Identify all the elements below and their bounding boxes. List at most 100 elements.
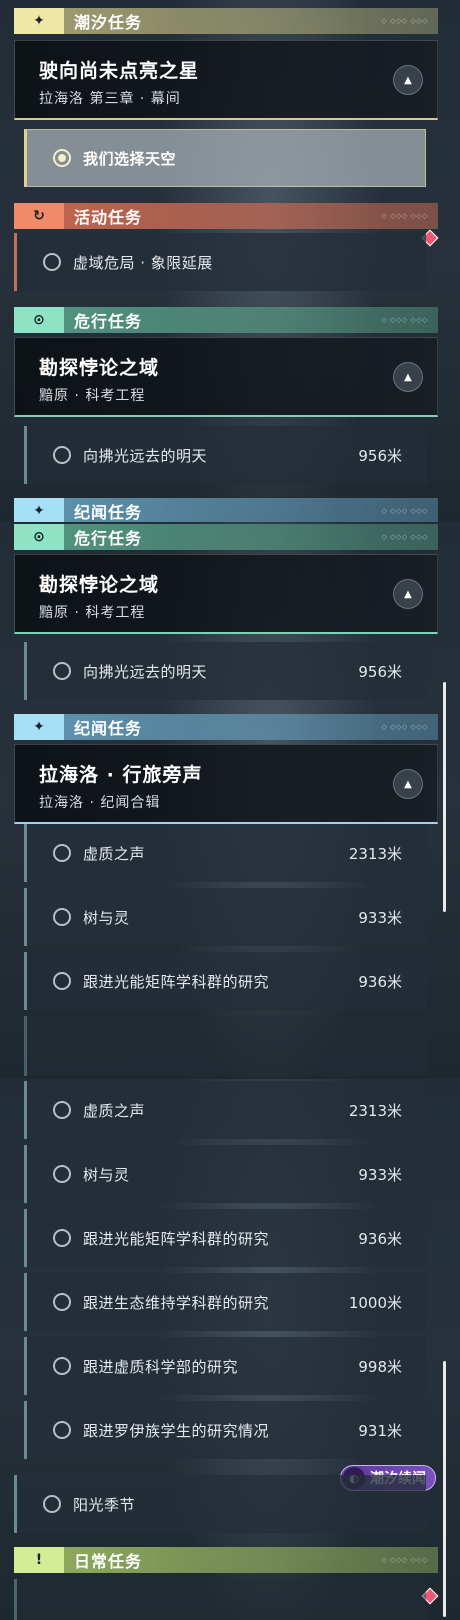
radio-icon <box>53 1293 71 1311</box>
quest-list-view-2: ⊙ 危行任务 ◇ ◇◇◇ ◇◇◇ 勘探悖论之域 黯原 · 科考工程 ▲ 向拂光远去… <box>0 522 460 1079</box>
quest-distance: 931米 <box>358 1421 402 1440</box>
radio-icon <box>53 446 71 464</box>
decorative-pattern: ◇ ◇◇◇ ◇◇◇ <box>381 1556 428 1564</box>
quest-row-toward-light[interactable]: 向拂光远去的明天 956米 <box>24 426 426 484</box>
radio-icon <box>53 844 71 862</box>
quest-card-title: 拉海洛 · 行旅旁声 <box>39 764 203 786</box>
quest-distance: 936米 <box>358 1229 402 1248</box>
quest-distance: 936米 <box>358 972 402 991</box>
category-label: 危行任务 <box>74 529 143 548</box>
quest-row-follow-optical[interactable]: 跟进光能矩阵学科群的研究 936米 <box>24 952 426 1010</box>
scrollbar-thumb[interactable] <box>443 1361 446 1617</box>
refresh-icon: ↻ <box>14 203 64 229</box>
category-label: 潮汐任务 <box>74 13 143 32</box>
quest-distance: 2313米 <box>348 844 402 863</box>
category-daily[interactable]: ! 日常任务 ◇ ◇◇◇ ◇◇◇ <box>14 1547 438 1573</box>
quest-card-subtitle: 拉海洛 第三章 · 幕间 <box>39 91 181 107</box>
quest-row-partial[interactable] <box>24 1016 426 1076</box>
quest-card-domain[interactable]: 勘探悖论之域 黯原 · 科考工程 ▲ <box>14 337 438 417</box>
quest-row-choose-sky[interactable]: 我们选择天空 <box>24 129 426 187</box>
target-icon: ⊙ <box>14 307 64 333</box>
category-tide[interactable]: ✦ 潮汐任务 ◇ ◇◇◇ ◇◇◇ <box>14 8 438 34</box>
decorative-pattern: ◇ ◇◇◇ ◇◇◇ <box>381 212 428 220</box>
quest-row-follow-ecology[interactable]: 跟进生态维持学科群的研究 1000米 <box>24 1273 426 1331</box>
quest-card-subtitle: 黯原 · 科考工程 <box>39 605 146 621</box>
radio-icon <box>53 1421 71 1439</box>
quest-row-sunshine[interactable]: 阳光季节 <box>14 1475 426 1533</box>
quest-row-void-voice[interactable]: 虚质之声 2313米 <box>24 824 426 882</box>
sparkle-icon: ✦ <box>14 8 64 34</box>
radio-icon <box>53 972 71 990</box>
radio-icon <box>53 1357 71 1375</box>
quest-card-subtitle: 黯原 · 科考工程 <box>39 388 146 404</box>
sparkle-icon: ✦ <box>14 498 64 522</box>
quest-name: 树与灵 <box>83 908 130 927</box>
quest-name: 跟进生态维持学科群的研究 <box>83 1293 270 1312</box>
quest-name: 虚质之声 <box>83 1101 146 1120</box>
radio-icon <box>53 1101 71 1119</box>
quest-card-title: 勘探悖论之域 <box>39 574 160 596</box>
target-icon: ⊙ <box>14 524 64 550</box>
quest-distance: 956米 <box>358 662 402 681</box>
collapse-toggle-icon[interactable]: ▲ <box>393 362 423 392</box>
selected-radio-icon <box>53 149 71 167</box>
quest-row-void-voice[interactable]: 虚质之声 2313米 <box>24 1081 426 1139</box>
radio-icon <box>53 1229 71 1247</box>
quest-name: 我们选择天空 <box>83 149 177 168</box>
category-chronicle[interactable]: ✦ 纪闻任务 ◇ ◇◇◇ ◇◇◇ <box>14 714 438 740</box>
collapse-toggle-icon[interactable]: ▲ <box>393 65 423 95</box>
decorative-pattern: ◇ ◇◇◇ ◇◇◇ <box>381 507 428 515</box>
quest-name: 跟进虚质科学部的研究 <box>83 1357 239 1376</box>
quest-row-follow-roi[interactable]: 跟进罗伊族学生的研究情况 931米 <box>24 1401 426 1459</box>
quest-distance: 1000米 <box>348 1293 402 1312</box>
quest-name: 向拂光远去的明天 <box>83 446 208 465</box>
quest-row-void-crisis[interactable]: 虚域危局 · 象限延展 <box>14 233 426 291</box>
quest-row-follow-void-science[interactable]: 跟进虚质科学部的研究 998米 <box>24 1337 426 1395</box>
quest-list-view-3: 虚质之声 2313米 树与灵 933米 跟进光能矩阵学科群的研究 936米 跟进… <box>0 1079 460 1620</box>
decorative-pattern: ◇ ◇◇◇ ◇◇◇ <box>381 723 428 731</box>
collapse-toggle-icon[interactable]: ▲ <box>393 769 423 799</box>
category-label: 日常任务 <box>74 1552 143 1571</box>
quest-row-toward-light[interactable]: 向拂光远去的明天 956米 <box>24 642 426 700</box>
category-danger[interactable]: ⊙ 危行任务 ◇ ◇◇◇ ◇◇◇ <box>14 307 438 333</box>
quest-distance: 933米 <box>358 908 402 927</box>
scrollbar-thumb[interactable] <box>443 682 446 912</box>
quest-row-follow-optical[interactable]: 跟进光能矩阵学科群的研究 936米 <box>24 1209 426 1267</box>
quest-name: 跟进光能矩阵学科群的研究 <box>83 1229 270 1248</box>
quest-name: 树与灵 <box>83 1165 130 1184</box>
quest-card-title: 勘探悖论之域 <box>39 357 160 379</box>
quest-name: 跟进罗伊族学生的研究情况 <box>83 1421 270 1440</box>
radio-icon <box>53 908 71 926</box>
category-label: 纪闻任务 <box>74 503 143 522</box>
quest-row-tree-spirit[interactable]: 树与灵 933米 <box>24 1145 426 1203</box>
decorative-pattern: ◇ ◇◇◇ ◇◇◇ <box>381 17 428 25</box>
quest-distance: 933米 <box>358 1165 402 1184</box>
quest-list-view-1: ✦ 潮汐任务 ◇ ◇◇◇ ◇◇◇ 驶向尚未点亮之星 拉海洛 第三章 · 幕间 ▲ … <box>0 0 460 522</box>
sparkle-icon: ✦ <box>14 714 64 740</box>
quest-card-subtitle: 拉海洛 · 纪闻合辑 <box>39 795 161 811</box>
category-label: 纪闻任务 <box>74 719 143 738</box>
quest-name: 向拂光远去的明天 <box>83 662 208 681</box>
collapse-toggle-icon[interactable]: ▲ <box>393 579 423 609</box>
quest-name: 跟进光能矩阵学科群的研究 <box>83 972 270 991</box>
quest-card-title: 驶向尚未点亮之星 <box>39 60 200 82</box>
quest-name: 虚域危局 · 象限延展 <box>73 253 213 272</box>
quest-card-star[interactable]: 驶向尚未点亮之星 拉海洛 第三章 · 幕间 ▲ <box>14 40 438 120</box>
category-danger[interactable]: ⊙ 危行任务 ◇ ◇◇◇ ◇◇◇ <box>14 524 438 550</box>
category-label: 危行任务 <box>74 312 143 331</box>
category-activity[interactable]: ↻ 活动任务 ◇ ◇◇◇ ◇◇◇ <box>14 203 438 229</box>
quest-distance: 2313米 <box>348 1101 402 1120</box>
exclamation-icon: ! <box>14 1547 64 1573</box>
category-chronicle[interactable]: ✦ 纪闻任务 ◇ ◇◇◇ ◇◇◇ <box>14 498 438 522</box>
quest-distance: 956米 <box>358 446 402 465</box>
decorative-pattern: ◇ ◇◇◇ ◇◇◇ <box>381 533 428 541</box>
quest-row-tree-spirit[interactable]: 树与灵 933米 <box>24 888 426 946</box>
radio-icon <box>43 1495 61 1513</box>
quest-row-partial[interactable] <box>14 1579 426 1620</box>
quest-card-domain[interactable]: 勘探悖论之域 黯原 · 科考工程 ▲ <box>14 554 438 634</box>
quest-name: 阳光季节 <box>73 1495 136 1514</box>
quest-card-lahailuo[interactable]: 拉海洛 · 行旅旁声 拉海洛 · 纪闻合辑 ▲ <box>14 744 438 824</box>
category-label: 活动任务 <box>74 208 143 227</box>
quest-name: 虚质之声 <box>83 844 146 863</box>
decorative-pattern: ◇ ◇◇◇ ◇◇◇ <box>381 316 428 324</box>
